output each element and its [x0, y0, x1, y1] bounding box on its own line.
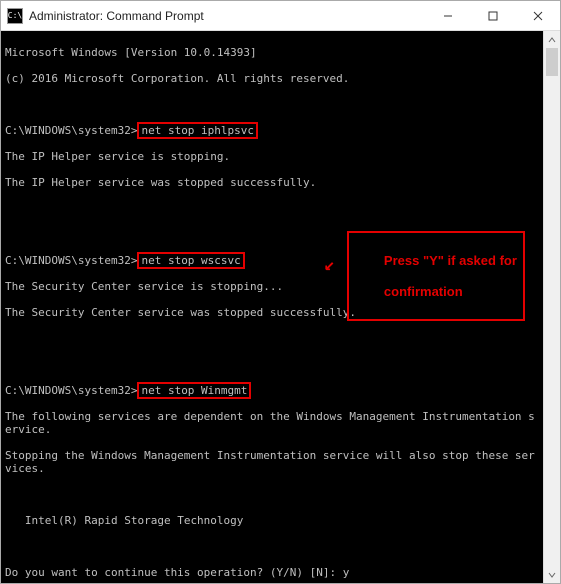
console-line	[5, 358, 539, 371]
vertical-scrollbar[interactable]	[543, 31, 560, 583]
console-line	[5, 488, 539, 501]
console-line: Intel(R) Rapid Storage Technology	[5, 514, 539, 527]
annotation-text: confirmation	[384, 284, 463, 299]
console-line	[5, 202, 539, 215]
annotation-callout: Press "Y" if asked for confirmation	[347, 231, 525, 321]
console-line: The IP Helper service was stopped succes…	[5, 176, 539, 189]
console-line: The following services are dependent on …	[5, 410, 539, 436]
maximize-button[interactable]	[470, 1, 515, 30]
titlebar[interactable]: C:\ Administrator: Command Prompt	[1, 1, 560, 31]
client-area: Microsoft Windows [Version 10.0.14393] (…	[1, 31, 560, 583]
scroll-up-button[interactable]	[544, 31, 560, 48]
confirm-prompt: Do you want to continue this operation? …	[5, 566, 343, 579]
prompt: C:\WINDOWS\system32>	[5, 124, 137, 137]
close-button[interactable]	[515, 1, 560, 30]
console-line: Stopping the Windows Management Instrume…	[5, 449, 539, 475]
command-highlight: net stop Winmgmt	[137, 382, 251, 399]
console-line: The IP Helper service is stopping.	[5, 150, 539, 163]
console-line: C:\WINDOWS\system32>net stop iphlpsvc	[5, 124, 539, 137]
annotation-text: Press "Y" if asked for	[384, 253, 517, 268]
window-title: Administrator: Command Prompt	[29, 9, 425, 23]
scroll-thumb[interactable]	[546, 48, 558, 76]
scroll-track[interactable]	[544, 48, 560, 566]
console-line: Microsoft Windows [Version 10.0.14393]	[5, 46, 539, 59]
console-output[interactable]: Microsoft Windows [Version 10.0.14393] (…	[1, 31, 543, 583]
annotation-arrow-icon: ↙	[324, 256, 335, 274]
scroll-down-button[interactable]	[544, 566, 560, 583]
cmd-window: C:\ Administrator: Command Prompt Micros…	[0, 0, 561, 584]
command-highlight: net stop iphlpsvc	[137, 122, 258, 139]
window-controls	[425, 1, 560, 30]
console-line: Do you want to continue this operation? …	[5, 566, 539, 579]
console-line: (c) 2016 Microsoft Corporation. All righ…	[5, 72, 539, 85]
console-line: C:\WINDOWS\system32>net stop Winmgmt	[5, 384, 539, 397]
prompt: C:\WINDOWS\system32>	[5, 254, 137, 267]
minimize-button[interactable]	[425, 1, 470, 30]
confirm-answer: y	[343, 566, 350, 579]
console-line	[5, 98, 539, 111]
command-highlight: net stop wscsvc	[137, 252, 244, 269]
console-line	[5, 540, 539, 553]
prompt: C:\WINDOWS\system32>	[5, 384, 137, 397]
cmd-icon: C:\	[7, 8, 23, 24]
console-line	[5, 332, 539, 345]
